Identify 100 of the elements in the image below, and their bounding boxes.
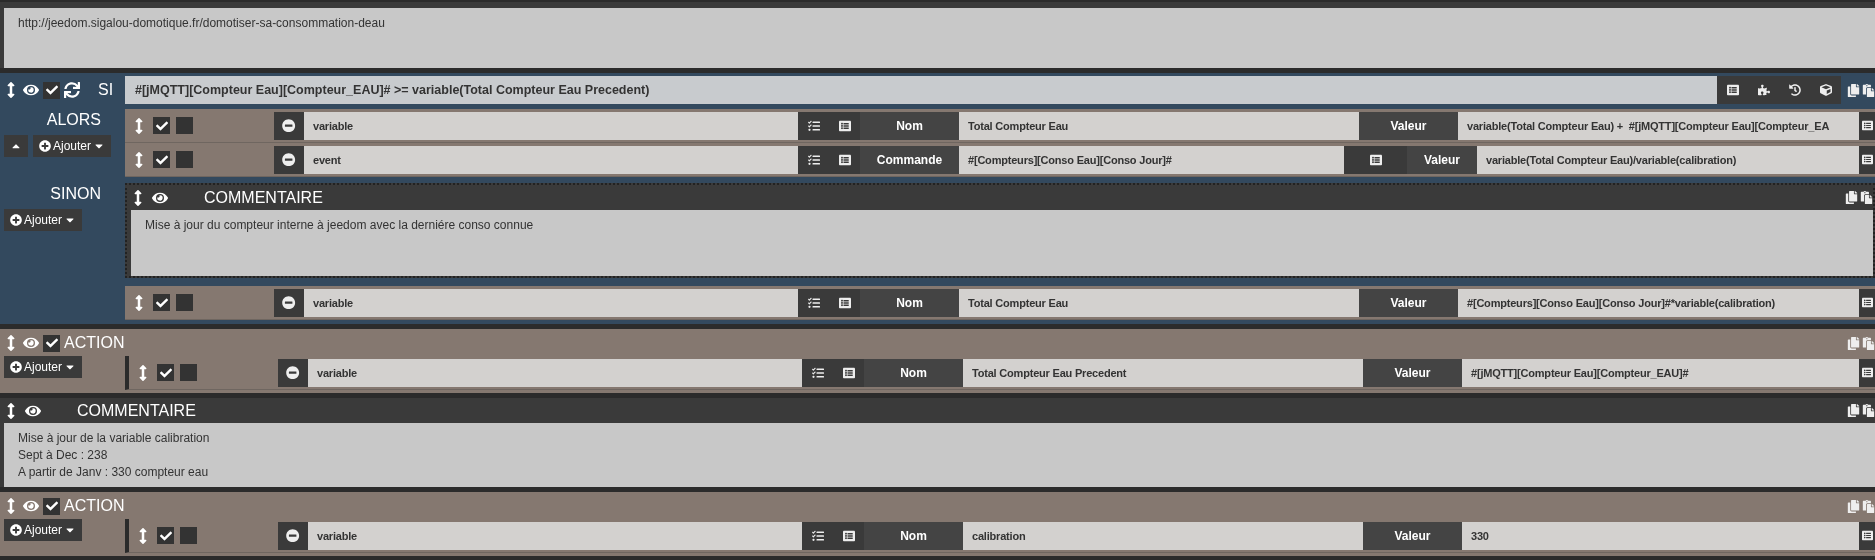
minus-icon	[286, 528, 300, 543]
value-field[interactable]: #[Compteurs][Conso Eau][Conso Jour]#	[959, 145, 1344, 174]
field-label: Nom	[864, 358, 963, 387]
refresh-icon[interactable]	[64, 82, 80, 98]
field-label: Nom	[860, 111, 959, 140]
list-icon	[838, 296, 851, 309]
add-dropdown[interactable]: Ajouter	[4, 209, 83, 231]
plus-icon	[39, 140, 51, 152]
paste-icon[interactable]	[1862, 404, 1875, 417]
list-button[interactable]	[829, 145, 860, 174]
remove-button[interactable]	[278, 521, 308, 550]
plus-icon	[10, 524, 22, 536]
comment-text: Mise à jour de la variable calibration	[18, 431, 211, 445]
checkbox[interactable]	[180, 527, 197, 544]
list-button[interactable]	[1859, 288, 1875, 317]
command-field[interactable]: variable	[308, 358, 802, 387]
remove-button[interactable]	[274, 288, 304, 317]
add-dropdown[interactable]: Ajouter	[4, 519, 83, 541]
value-field[interactable]: Total Compteur Eau	[959, 111, 1359, 140]
collapse-button[interactable]	[4, 135, 28, 157]
paste-icon[interactable]	[1860, 191, 1873, 204]
checkbox[interactable]	[43, 334, 60, 352]
list-button[interactable]	[1859, 145, 1875, 174]
minus-icon	[286, 365, 300, 380]
options-button[interactable]	[798, 111, 829, 140]
add-dropdown[interactable]: Ajouter	[33, 135, 112, 157]
checkbox[interactable]	[153, 151, 170, 168]
comment-text: Sept à Dec : 238	[18, 448, 109, 462]
list-icon	[1862, 297, 1873, 308]
list-button[interactable]	[833, 358, 864, 387]
list-button[interactable]	[1859, 111, 1875, 140]
options-button[interactable]	[802, 521, 833, 550]
field-label: Valeur	[1363, 358, 1462, 387]
checkbox[interactable]	[153, 294, 170, 311]
command-field[interactable]: variable	[308, 521, 802, 550]
checkbox[interactable]	[153, 117, 170, 134]
list-button[interactable]	[1859, 521, 1875, 550]
block-title: ACTION	[64, 334, 125, 352]
puzzle-icon	[1757, 84, 1770, 96]
command-field[interactable]: variable	[304, 288, 798, 317]
value-field[interactable]: Total Compteur Eau Precedent	[963, 358, 1363, 387]
value-field[interactable]: variable(Total Compteur Eau) + #[jMQTT][Compteur Eau][Compteur_EA	[1458, 111, 1859, 140]
value-field[interactable]: calibration	[963, 521, 1363, 550]
value-field[interactable]: 330	[1462, 521, 1859, 550]
list-button[interactable]	[1344, 145, 1407, 174]
remove-button[interactable]	[274, 111, 304, 140]
checklist-icon	[811, 366, 824, 379]
plus-icon	[10, 214, 22, 226]
checkbox[interactable]	[157, 527, 174, 544]
list-icon	[838, 119, 851, 132]
checklist-icon	[811, 529, 824, 542]
list-button[interactable]	[1859, 358, 1875, 387]
condition-field[interactable]: #[jMQTT][Compteur Eau][Compteur_EAU]# >= variable(Total Compteur Eau Precedent)	[125, 76, 1717, 104]
plus-icon	[10, 361, 22, 373]
checkbox[interactable]	[180, 364, 197, 381]
checkbox[interactable]	[157, 364, 174, 381]
minus-icon	[282, 295, 296, 310]
options-button[interactable]	[798, 288, 829, 317]
add-dropdown[interactable]: Ajouter	[4, 356, 83, 378]
field-label: Valeur	[1359, 111, 1458, 140]
field-label: Nom	[860, 288, 959, 317]
list-icon	[1369, 153, 1382, 166]
copy-icon[interactable]	[1845, 191, 1858, 204]
paste-icon[interactable]	[1862, 83, 1875, 97]
checkbox[interactable]	[43, 81, 60, 99]
block-title: SI	[98, 81, 114, 99]
field-label: Nom	[864, 521, 963, 550]
value-field[interactable]: variable(Total Compteur Eau)/variable(calibration)	[1477, 145, 1859, 174]
eye-icon[interactable]	[23, 82, 39, 98]
list-button[interactable]	[829, 111, 860, 140]
history-icon	[1788, 84, 1801, 96]
section-label: SINON	[50, 185, 101, 203]
value-field[interactable]: Total Compteur Eau	[959, 288, 1359, 317]
comment-text: http://jeedom.sigalou-domotique.fr/domotiser-sa-consommation-deau	[18, 16, 386, 30]
remove-button[interactable]	[278, 358, 308, 387]
comment-text: Mise à jour du compteur interne à jeedom avec la derniére conso connue	[145, 218, 535, 232]
options-button[interactable]	[802, 358, 833, 387]
list-icon	[1862, 154, 1873, 165]
command-field[interactable]: variable	[304, 111, 798, 140]
list-button[interactable]	[833, 521, 864, 550]
list-button[interactable]	[829, 288, 860, 317]
remove-button[interactable]	[274, 145, 304, 174]
checkbox[interactable]	[176, 294, 193, 311]
copy-icon[interactable]	[1847, 404, 1860, 417]
copy-icon[interactable]	[1847, 83, 1860, 97]
comment-title: COMMENTAIRE	[77, 401, 197, 420]
value-field[interactable]: #[jMQTT][Compteur Eau][Compteur_EAU]#	[1462, 358, 1859, 387]
field-label: Valeur	[1359, 288, 1458, 317]
checkbox[interactable]	[43, 497, 60, 515]
minus-icon	[282, 152, 296, 167]
checkbox[interactable]	[176, 117, 193, 134]
checkbox[interactable]	[176, 151, 193, 168]
command-field[interactable]: event	[304, 145, 798, 174]
field-label: Commande	[860, 145, 959, 174]
field-label: Valeur	[1363, 521, 1462, 550]
block-title: ACTION	[64, 497, 125, 515]
options-button[interactable]	[798, 145, 829, 174]
list-icon	[842, 366, 855, 379]
list-icon	[838, 153, 851, 166]
value-field[interactable]: #[Compteurs][Conso Eau][Conso Jour]#*variable(calibration)	[1458, 288, 1859, 317]
